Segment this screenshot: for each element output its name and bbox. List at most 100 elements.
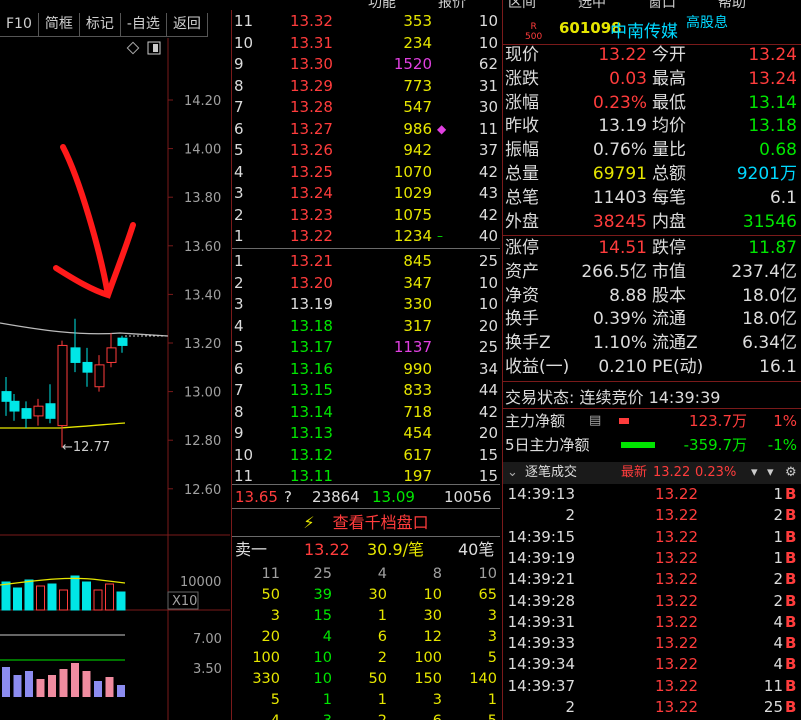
tick-row: 14:39:31 13.22 4 B	[507, 612, 797, 631]
volume-bar	[70, 575, 80, 611]
sort-icon[interactable]: ▾	[751, 462, 758, 484]
capital-flow-row[interactable]: 主力净额 ▤ 123.7万 1%	[503, 410, 801, 432]
book-divider	[232, 536, 500, 537]
quote-row: 涨停 14.51 跌停 11.87	[505, 238, 797, 258]
volume-bar	[93, 589, 103, 611]
sell1-queue-header: 卖一 13.22 30.9/笔 40笔	[235, 540, 495, 559]
indicator-bar	[94, 681, 102, 697]
tick-row: 14:39:21 13.22 2 B	[507, 570, 797, 589]
ask-avg-flag: ?	[284, 488, 292, 506]
capital-flow-row[interactable]: 5日主力净额 -359.7万 -1%	[503, 434, 801, 456]
price-tick-label: 13.80	[184, 191, 221, 206]
indicator-bar	[36, 679, 45, 697]
tick-row: 14:39:37 13.22 11 B	[507, 676, 797, 695]
bid-level-row[interactable]: 1 13.21 845 25	[232, 251, 500, 273]
bid-level-row[interactable]: 9 13.13 454 20	[232, 423, 500, 445]
price-tick-label: 13.00	[184, 386, 221, 401]
quote-row: 涨幅 0.23% 最低 13.14	[505, 92, 797, 113]
price-tick-label: 13.40	[184, 288, 221, 303]
mark-button[interactable]: 标记	[79, 13, 121, 37]
list-icon[interactable]: ▤	[589, 410, 601, 432]
bid-level-row[interactable]: 8 13.14 718 42	[232, 402, 500, 424]
quote-row: 振幅 0.76% 量比 0.68	[505, 140, 797, 161]
candle	[82, 361, 93, 373]
quote-row: 外盘 38245 内盘 31546	[505, 211, 797, 232]
ask-level-row[interactable]: 4 13.25 1070 42	[232, 162, 500, 184]
quote-row: 收益(一) 0.210 PE(动) 16.1	[505, 357, 797, 377]
lightning-icon: ⚡	[303, 513, 315, 532]
ask-level-row[interactable]: 1 13.22 1234–40	[232, 226, 500, 248]
quote-row: 净资 8.88 股本 18.0亿	[505, 285, 797, 306]
indicator-label: 7.00	[193, 632, 222, 647]
quote-row: 资产 266.5亿 市值 237.4亿	[505, 261, 797, 282]
volume-bar	[59, 589, 68, 611]
simple-frame-button[interactable]: 简框	[38, 13, 80, 37]
bid-level-row[interactable]: 3 13.19 330 10	[232, 294, 500, 316]
filter-icon[interactable]: ▾	[767, 462, 774, 484]
bid-total-volume: 10056	[444, 488, 492, 506]
ask-level-row[interactable]: 7 13.28 547 30	[232, 97, 500, 119]
annotation-arrow	[53, 144, 136, 299]
quote-row: 换手Z 1.10% 流通Z 6.34亿	[505, 333, 797, 354]
back-button[interactable]: 返回	[166, 13, 208, 37]
kline-chart[interactable]: 14.20 14.00 13.80 13.60 13.40 13.20 13.00 12.80…	[0, 0, 230, 720]
bid-level-row[interactable]: 7 13.15 833 44	[232, 380, 500, 402]
ask-level-row[interactable]: 9 13.30 1520 62	[232, 54, 500, 76]
ask-level-row[interactable]: 11 13.32 353 10	[232, 11, 500, 33]
quote-row: 总笔 11403 每笔 6.1	[505, 187, 797, 208]
quote-row: 昨收 13.19 均价 13.18	[505, 116, 797, 137]
indicator-bar	[59, 669, 68, 697]
ask-level-row[interactable]: 8 13.29 773 31	[232, 76, 500, 98]
ask-level-row[interactable]: 2 13.23 1075 42	[232, 205, 500, 227]
ask-level-row[interactable]: 6 13.27 986 ◆ 11	[232, 119, 500, 141]
ask-level-row[interactable]: 3 13.24 1029 43	[232, 183, 500, 205]
candle	[9, 400, 20, 412]
ticks-header[interactable]: ⌄ 逐笔成交 最新 13.22 0.23% ▾ ▾ ⚙	[503, 462, 801, 484]
ask-level-row[interactable]: 5 13.26 942 37	[232, 140, 500, 162]
trade-state: 交易状态: 连续竞价 14:39:39	[505, 388, 721, 407]
candle	[94, 364, 105, 388]
queue-row: 50 39 30 10 65	[261, 587, 497, 603]
price-tick-label: 14.20	[184, 94, 221, 109]
settings-icon[interactable]: ⚙	[785, 462, 797, 484]
bid-level-row[interactable]: 5 13.17 1137 25	[232, 337, 500, 359]
diamond-icon[interactable]	[126, 41, 140, 55]
quote-panel: R 500 601098 中南传媒 高股息 现价 13.22 今开 13.24 涨跌 0.0…	[502, 0, 801, 720]
queue-row: 330 10 50 150 140	[252, 671, 497, 687]
indicator-bar	[82, 671, 91, 697]
bid-level-row[interactable]: 6 13.16 990 34	[232, 359, 500, 381]
indicator-bar	[25, 671, 33, 697]
price-tick-label: 12.80	[184, 434, 221, 449]
bid-level-row[interactable]: 4 13.18 317 20	[232, 316, 500, 338]
menu-item[interactable]: 报价	[438, 0, 466, 10]
r500-badge: R 500	[525, 22, 543, 42]
indicator-bar	[117, 685, 125, 697]
low-marker: ←12.77	[62, 440, 110, 455]
view-thousand-level-button[interactable]: ⚡ 查看千档盘口	[232, 510, 500, 536]
indicator-bar	[13, 675, 22, 697]
watchlist-button[interactable]: -自选	[120, 13, 167, 37]
queue-row: 51131	[270, 692, 497, 708]
tick-row: 14:39:19 13.22 1 B	[507, 548, 797, 567]
queue-row: 11 25 4 8 10	[261, 566, 497, 582]
flow-bar	[619, 418, 629, 424]
f10-button[interactable]: F10	[0, 13, 39, 37]
queue-row: 3 15 1 30 3	[270, 608, 497, 624]
collapse-icon[interactable]: ⌄	[507, 462, 518, 484]
bid-level-row[interactable]: 10 13.12 617 15	[232, 445, 500, 467]
stock-name[interactable]: 中南传媒	[610, 17, 678, 42]
queue-row: 43265	[232, 711, 500, 720]
tick-row: 14:39:34 13.22 4 B	[507, 655, 797, 674]
bid-avg-price: 13.09	[372, 488, 415, 506]
order-book: 11 13.32 353 10 10 13.31 234 10 9 13.30 1520 62 8 13.…	[231, 10, 501, 720]
price-tick-label: 13.20	[184, 337, 221, 352]
ask-level-row[interactable]: 10 13.31 234 10	[232, 33, 500, 55]
menu-item[interactable]: 功能	[368, 0, 396, 10]
volume-unit: X10	[172, 594, 197, 609]
volume-bar	[47, 583, 57, 611]
quote-divider	[503, 381, 801, 382]
stock-tag: 高股息	[686, 15, 728, 31]
bid-level-row[interactable]: 2 13.20 347 10	[232, 273, 500, 295]
indicator-bar	[48, 675, 56, 697]
intraday-chart-panel[interactable]: 14.20 14.00 13.80 13.60 13.40 13.20 13.00 12.80…	[0, 0, 230, 720]
